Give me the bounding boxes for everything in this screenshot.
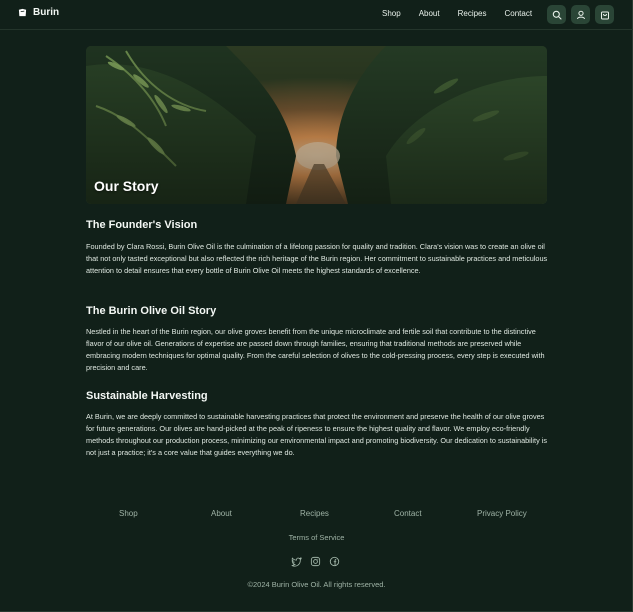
account-button[interactable] — [571, 5, 590, 24]
cart-button[interactable] — [595, 5, 614, 24]
main-nav: Shop About Recipes Contact — [382, 9, 532, 18]
footer-link-contact[interactable]: Contact — [394, 509, 422, 518]
instagram-icon[interactable] — [310, 556, 321, 567]
section-title-sustainable-harvesting: Sustainable Harvesting — [86, 390, 208, 402]
user-icon — [576, 10, 585, 19]
twitter-icon[interactable] — [291, 556, 302, 567]
brand-name: Burin — [33, 7, 60, 18]
section-title-olive-oil-story: The Burin Olive Oil Story — [86, 305, 217, 317]
page: Burin Shop About Recipes Contact Our Sto… — [0, 0, 633, 612]
footer-link-privacy-policy[interactable]: Privacy Policy — [477, 509, 527, 518]
search-icon — [552, 10, 562, 20]
footer-link-recipes[interactable]: Recipes — [300, 509, 329, 518]
footer-link-about[interactable]: About — [211, 509, 232, 518]
hero-banner: Our Story — [86, 46, 547, 204]
hero-title: Our Story — [94, 178, 159, 194]
nav-about[interactable]: About — [419, 9, 440, 18]
footer-link-shop[interactable]: Shop — [119, 509, 138, 518]
nav-shop[interactable]: Shop — [382, 9, 401, 18]
brand[interactable]: Burin — [18, 7, 59, 18]
nav-contact[interactable]: Contact — [505, 9, 533, 18]
section-text-sustainable-harvesting: At Burin, we are deeply committed to sus… — [86, 412, 548, 457]
section-text-olive-oil-story: Nestled in the heart of the Burin region… — [86, 327, 545, 372]
search-button[interactable] — [547, 5, 566, 24]
footer-link-terms[interactable]: Terms of Service — [0, 533, 633, 542]
section-title-founders-vision: The Founder's Vision — [86, 219, 198, 231]
copyright: ©2024 Burin Olive Oil. All rights reserv… — [247, 580, 386, 589]
facebook-icon[interactable] — [329, 556, 340, 567]
cart-icon — [600, 11, 609, 19]
social-links — [291, 556, 340, 567]
logo-icon — [18, 8, 27, 17]
nav-recipes[interactable]: Recipes — [458, 9, 487, 18]
section-text-founders-vision: Founded by Clara Rossi, Burin Olive Oil … — [86, 242, 548, 275]
top-bar: Burin Shop About Recipes Contact — [0, 0, 633, 30]
